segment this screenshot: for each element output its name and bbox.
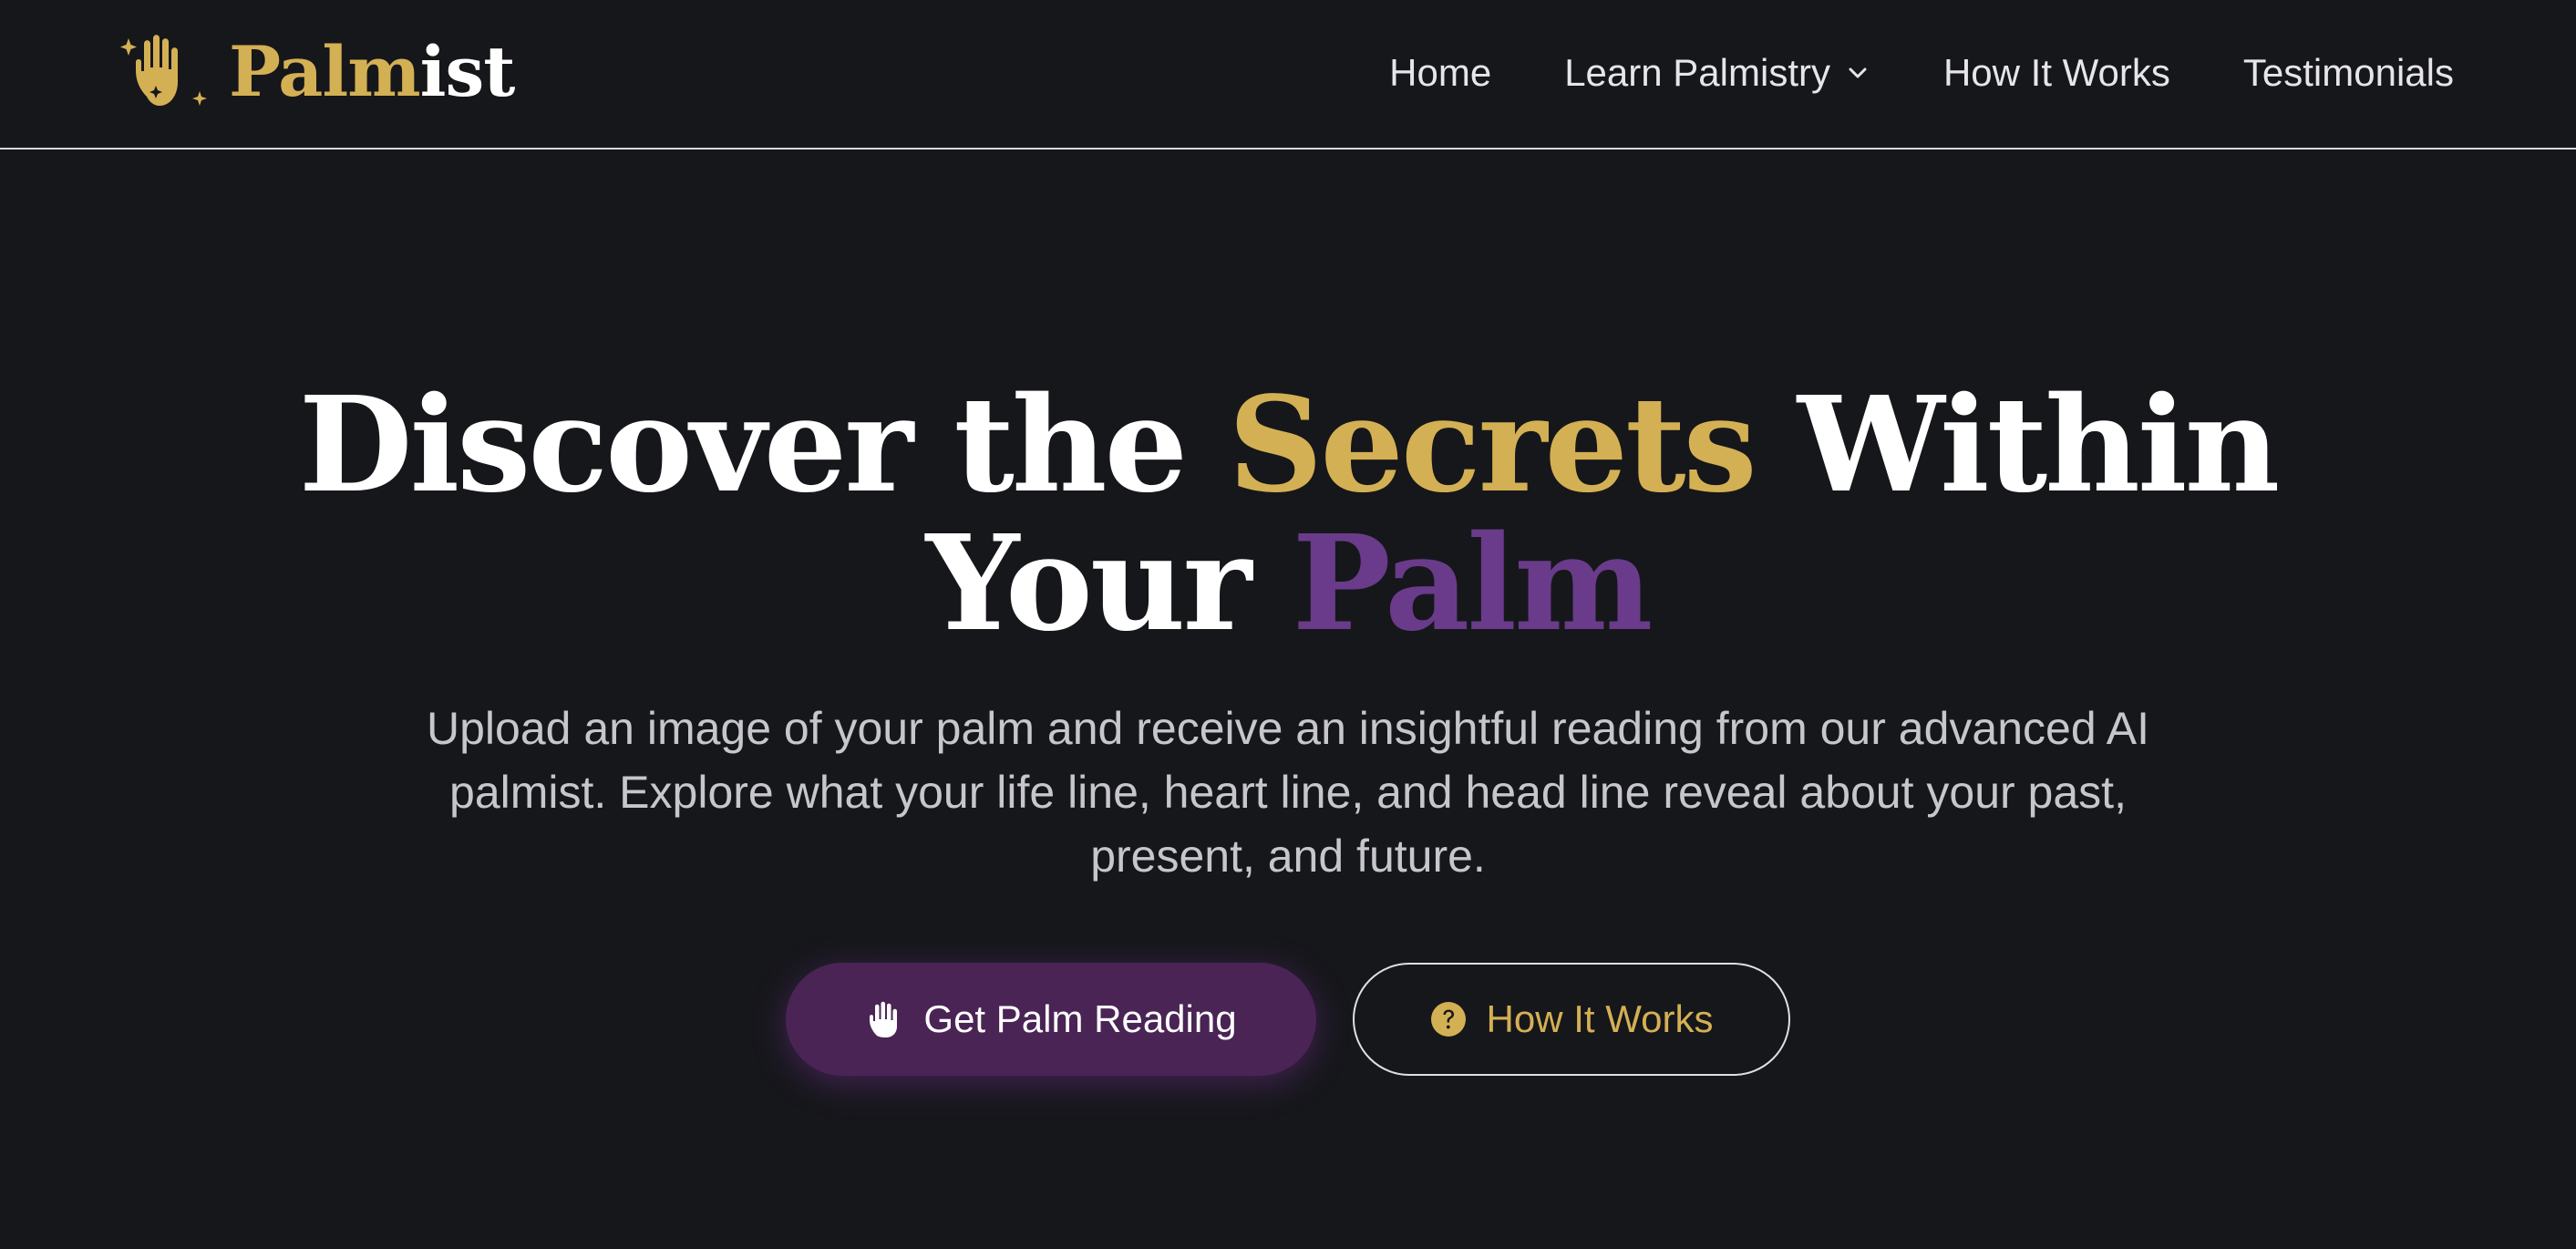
hero-section: Discover the Secrets Within Your Palm Upl… <box>0 150 2576 1249</box>
hero-subtitle: Upload an image of your palm and receive… <box>426 703 2149 882</box>
how-it-works-button[interactable]: How It Works <box>1353 963 1790 1076</box>
brand-logo[interactable]: Palmist <box>119 31 516 113</box>
hand-icon <box>870 1001 898 1037</box>
hero-title-part1: Discover the <box>298 367 1229 521</box>
nav-home[interactable]: Home <box>1389 46 1491 100</box>
get-palm-reading-label: Get Palm Reading <box>923 997 1237 1040</box>
nav-learn-palmistry-label: Learn Palmistry <box>1564 51 1830 94</box>
hero-title-highlight-palm: Palm <box>1292 506 1654 660</box>
hero-title-highlight-secrets: Secrets <box>1228 367 1757 521</box>
brand-name-part1: Palm <box>229 31 421 112</box>
brand-name-part2: ist <box>419 31 516 112</box>
how-it-works-label: How It Works <box>1486 997 1714 1040</box>
nav-testimonials[interactable]: Testimonials <box>2243 46 2454 100</box>
hand-sparkles-icon <box>120 35 207 106</box>
nav-learn-palmistry[interactable]: Learn Palmistry <box>1564 46 1870 100</box>
navbar: Palmist Home Learn Palmistry How It Work… <box>0 0 2576 150</box>
question-circle-icon <box>1430 1002 1466 1037</box>
hero-cta-row: Get Palm Reading How It Works <box>0 963 2576 1076</box>
nav-how-it-works[interactable]: How It Works <box>1943 46 2170 100</box>
chevron-down-icon <box>1849 67 1867 78</box>
hero-title-part3: Your <box>925 506 1293 660</box>
hero-title: Discover the Secrets Within Your Palm <box>0 376 2576 653</box>
get-palm-reading-button[interactable]: Get Palm Reading <box>786 963 1316 1076</box>
hero-title-part2: Within <box>1754 367 2281 521</box>
main-nav: Home Learn Palmistry How It Works Testim… <box>1389 46 2454 100</box>
brand-name: Palmist <box>229 31 516 113</box>
